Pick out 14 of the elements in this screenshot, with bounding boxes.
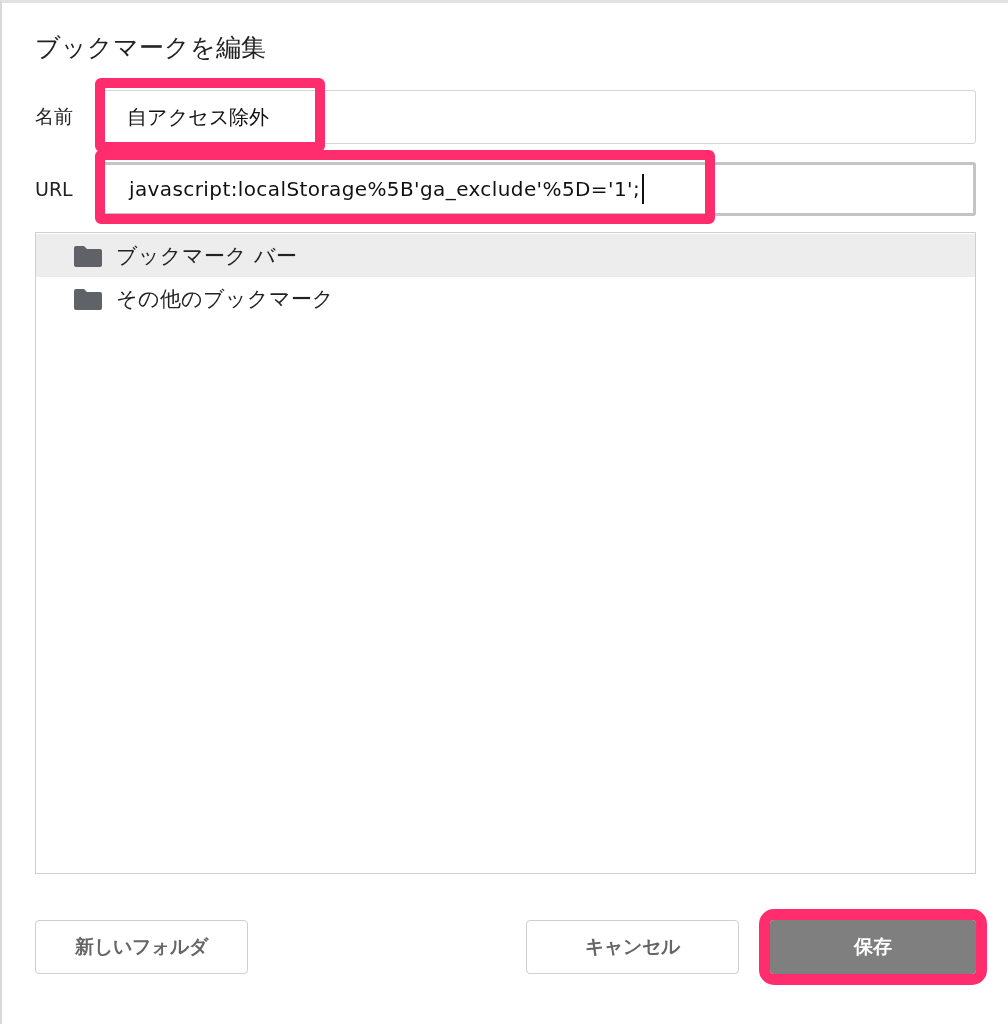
field-label: 名前	[35, 104, 74, 129]
field-value: javascript:localStorage%5B'ga_exclude'%5D='1';	[129, 177, 641, 201]
field-value: 自アクセス除外	[127, 103, 270, 131]
folder-name: ブックマーク バー	[116, 242, 297, 270]
field-label: URL	[35, 178, 74, 200]
dialog-title: ブックマークを編集	[35, 32, 267, 64]
secondary-button[interactable]: 新しいフォルダ	[35, 920, 248, 974]
secondary-button[interactable]: キャンセル	[526, 920, 739, 974]
folder-name: その他のブックマーク	[116, 285, 334, 313]
folder-item[interactable]: その他のブックマーク	[36, 277, 975, 320]
folder-icon	[74, 287, 102, 310]
text-cursor	[642, 174, 645, 204]
folder-icon	[74, 244, 102, 267]
folder-item[interactable]: ブックマーク バー	[36, 234, 975, 277]
